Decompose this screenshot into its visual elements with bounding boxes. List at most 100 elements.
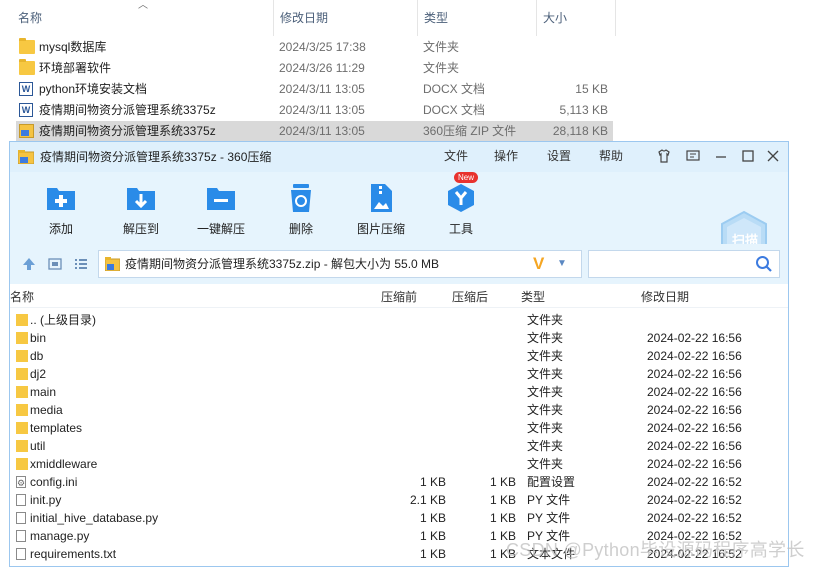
file-name: 环境部署软件 [39, 61, 112, 75]
item-size-before: 1 KB [419, 475, 446, 489]
image-compress-label: 图片压缩 [356, 222, 405, 236]
archive-item-row[interactable]: initial_hive_database.py 1 KB 1 KB PY 文件 202… [10, 509, 788, 527]
folder-icon [19, 38, 35, 54]
new-badge: New [454, 172, 479, 183]
item-type: 文件夹 [527, 331, 564, 345]
folder-icon [16, 332, 28, 344]
col-modified[interactable]: 修改日期 [641, 286, 689, 308]
menu-operation[interactable]: 操作 [494, 142, 518, 170]
item-name: manage.py [30, 529, 90, 543]
col-before[interactable]: 压缩前 [381, 286, 417, 308]
file-type: 文件夹 [423, 40, 460, 54]
folder-icon [16, 368, 28, 380]
item-name: db [30, 349, 44, 363]
archive-item-row[interactable]: init.py 2.1 KB 1 KB PY 文件 2024-02-22 16:52 [10, 491, 788, 509]
explorer-file-row[interactable]: Wpython环境安装文档 2024/3/11 13:05 DOCX 文档 15 KB [16, 79, 613, 100]
item-name: main [30, 385, 57, 399]
image-compress-icon [371, 184, 392, 212]
explorer-file-row[interactable]: mysql数据库 2024/3/25 17:38 文件夹 [16, 37, 613, 58]
add-button[interactable]: 添加 [26, 180, 96, 240]
file-icon [16, 548, 26, 560]
folder-icon [16, 440, 28, 452]
item-name: .. (上级目录) [30, 313, 96, 327]
maximize-icon[interactable] [739, 148, 757, 166]
item-size-after: 1 KB [489, 511, 516, 525]
item-modified: 2024-02-22 16:56 [647, 331, 742, 345]
folder-icon [16, 404, 28, 416]
address-field[interactable]: 疫情期间物资分派管理系统3375z.zip - 解包大小为 55.0 MB V … [98, 250, 582, 278]
col-after[interactable]: 压缩后 [452, 286, 488, 308]
file-size: 28,118 KB [552, 124, 608, 138]
item-modified: 2024-02-22 16:56 [647, 349, 742, 363]
skin-icon[interactable] [655, 148, 673, 166]
file-modified: 2024/3/11 13:05 [279, 124, 365, 138]
delete-icon [291, 184, 311, 212]
archive-item-row[interactable]: db 文件夹 2024-02-22 16:56 [10, 347, 788, 365]
item-size-after: 1 KB [489, 475, 516, 489]
archive-item-row[interactable]: config.ini 1 KB 1 KB 配置设置 2024-02-22 16:52 [10, 473, 788, 492]
item-type: 配置设置 [527, 475, 576, 489]
list-view-icon[interactable] [74, 257, 88, 271]
thumbnail-view-icon[interactable] [48, 257, 62, 271]
search-input[interactable] [588, 250, 780, 278]
tools-label: 工具 [448, 222, 473, 236]
verified-check-icon[interactable]: V [533, 253, 544, 275]
item-modified: 2024-02-22 16:56 [647, 403, 742, 417]
column-size[interactable]: 大小 [536, 0, 616, 36]
archive-item-row[interactable]: templates 文件夹 2024-02-22 16:56 [10, 419, 788, 437]
chevron-down-icon[interactable]: ▼ [557, 251, 567, 277]
address-text: 疫情期间物资分派管理系统3375z.zip - 解包大小为 55.0 MB [125, 257, 440, 271]
feedback-icon[interactable] [684, 148, 702, 166]
menu-settings[interactable]: 设置 [547, 142, 571, 170]
file-list-header: 名称 压缩前 压缩后 类型 修改日期 [10, 286, 788, 308]
explorer-file-row[interactable]: 环境部署软件 2024/3/26 11:29 文件夹 [16, 58, 613, 79]
column-modified[interactable]: 修改日期 [273, 0, 417, 36]
archive-item-row[interactable]: xmiddleware 文件夹 2024-02-22 16:56 [10, 455, 788, 473]
item-type: 文件夹 [527, 403, 564, 417]
up-arrow-icon[interactable] [22, 257, 36, 271]
one-click-extract-icon [207, 188, 235, 210]
title-bar[interactable]: 疫情期间物资分派管理系统3375z - 360压缩 文件 操作 设置 帮助 [10, 142, 788, 172]
close-icon[interactable] [764, 148, 782, 166]
col-type[interactable]: 类型 [521, 286, 545, 308]
explorer-file-row[interactable]: W 疫情期间物资分派管理系统3375z 2024/3/11 13:05 DOCX 文档… [16, 100, 613, 121]
item-type: 文件夹 [527, 385, 564, 399]
delete-button[interactable]: 删除 [266, 180, 336, 240]
folder-icon [16, 458, 28, 470]
search-icon[interactable] [755, 255, 773, 273]
one-click-extract-label: 一键解压 [196, 222, 245, 236]
col-name[interactable]: 名称 [10, 286, 34, 308]
column-type[interactable]: 类型 [417, 0, 536, 36]
item-type: 文件夹 [527, 313, 564, 327]
item-type: 文件夹 [527, 457, 564, 471]
file-type: 360压缩 ZIP 文件 [423, 124, 517, 138]
menu-help[interactable]: 帮助 [599, 142, 623, 170]
archive-item-row[interactable]: main 文件夹 2024-02-22 16:56 [10, 383, 788, 401]
address-bar-row: 疫情期间物资分派管理系统3375z.zip - 解包大小为 55.0 MB V … [10, 244, 788, 284]
file-modified: 2024/3/25 17:38 [279, 40, 366, 54]
file-name: python环境安装文档 [39, 82, 148, 96]
item-name: initial_hive_database.py [30, 511, 159, 525]
tools-button[interactable]: 工具 [426, 180, 496, 240]
item-modified: 2024-02-22 16:56 [647, 421, 742, 435]
window-title: 疫情期间物资分派管理系统3375z - 360压缩 [40, 150, 272, 164]
tools-icon [448, 184, 474, 212]
item-modified: 2024-02-22 16:56 [647, 385, 742, 399]
minimize-icon[interactable] [712, 148, 730, 166]
item-type: 文件夹 [527, 421, 564, 435]
column-name[interactable]: 名称 [0, 0, 273, 36]
docx-icon: W [19, 82, 33, 96]
archive-item-row[interactable]: media 文件夹 2024-02-22 16:56 [10, 401, 788, 419]
folder-icon [19, 59, 35, 75]
menu-file[interactable]: 文件 [444, 142, 468, 170]
archive-item-row[interactable]: dj2 文件夹 2024-02-22 16:56 [10, 365, 788, 383]
explorer-file-row[interactable]: 疫情期间物资分派管理系统3375z 2024/3/11 13:05 360压缩 ZI… [16, 121, 613, 142]
archive-item-row[interactable]: util 文件夹 2024-02-22 16:56 [10, 437, 788, 455]
archive-item-row[interactable]: bin 文件夹 2024-02-22 16:56 [10, 329, 788, 347]
archive-item-row[interactable]: .. (上级目录) 文件夹 [10, 311, 788, 329]
add-icon [47, 188, 75, 210]
one-click-extract-button[interactable]: 一键解压 [186, 180, 256, 240]
image-compress-button[interactable]: 图片压缩 [346, 180, 416, 240]
item-name: xmiddleware [30, 457, 98, 471]
extract-to-button[interactable]: 解压到 [106, 180, 176, 240]
